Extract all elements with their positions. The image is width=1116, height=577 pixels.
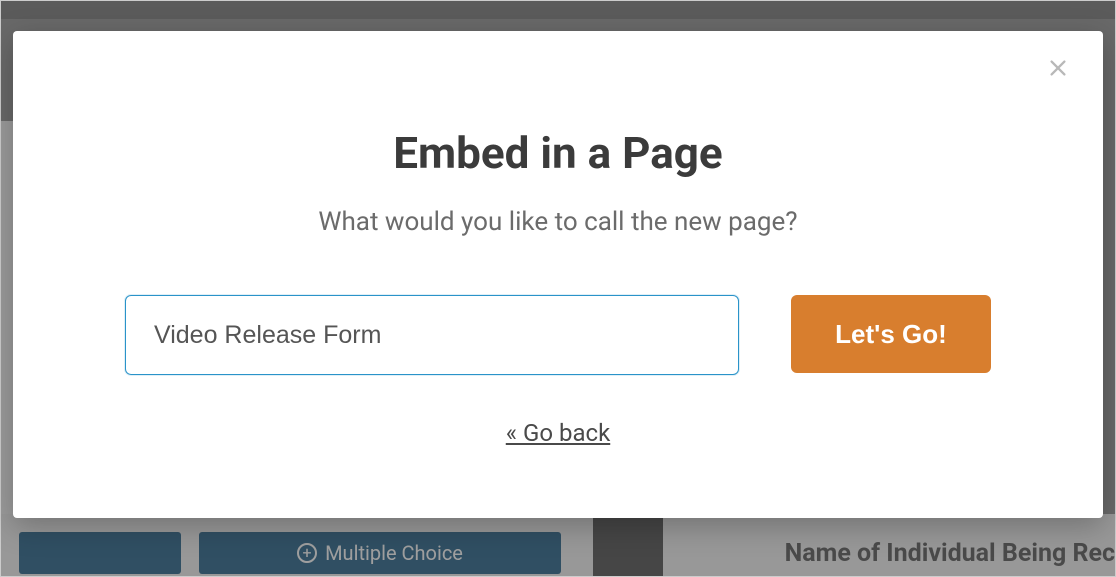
close-icon[interactable] xyxy=(1047,57,1069,79)
form-row: Let's Go! xyxy=(83,295,1033,375)
lets-go-button[interactable]: Let's Go! xyxy=(791,295,991,373)
embed-modal: Embed in a Page What would you like to c… xyxy=(13,31,1103,518)
modal-title: Embed in a Page xyxy=(83,127,1033,179)
page-name-input[interactable] xyxy=(125,295,739,375)
modal-subtitle: What would you like to call the new page… xyxy=(83,207,1033,237)
go-back-link[interactable]: « Go back xyxy=(83,419,1033,447)
